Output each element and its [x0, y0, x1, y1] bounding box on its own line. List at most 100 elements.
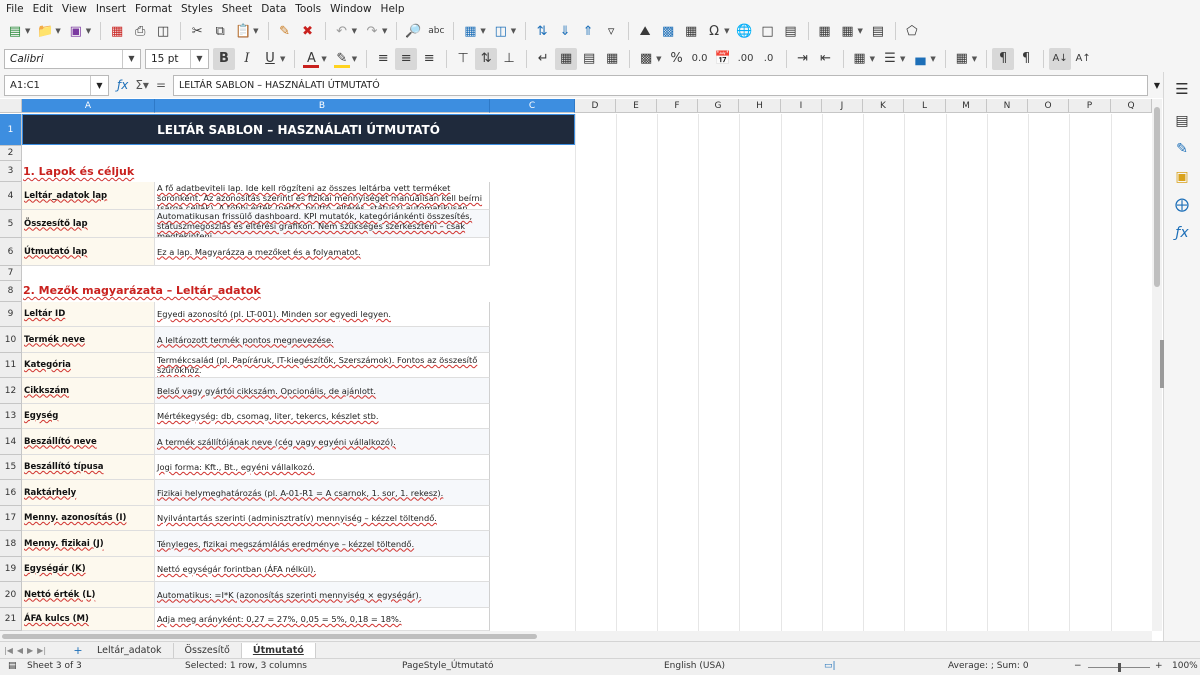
sort-ascending-icon[interactable]: ⇓: [554, 20, 576, 42]
font-size-dropdown-icon[interactable]: ▼: [190, 49, 208, 68]
field-desc-cell[interactable]: Egyedi azonosító (pl. LT-001). Minden so…: [155, 302, 490, 327]
field-name-cell[interactable]: Termék neve: [22, 327, 155, 353]
print-preview-icon[interactable]: ◫: [152, 20, 174, 42]
save-dropdown-icon[interactable]: ▼: [86, 27, 91, 35]
horizontal-scroll-thumb[interactable]: [2, 634, 537, 639]
hyperlink-icon[interactable]: 🌐: [734, 20, 756, 42]
zoom-out-icon[interactable]: −: [1074, 661, 1082, 671]
underline-dropdown-icon[interactable]: ▼: [280, 55, 285, 63]
menu-sheet[interactable]: Sheet: [220, 3, 259, 15]
sort-descending-icon[interactable]: ⇑: [577, 20, 599, 42]
define-print-area-icon[interactable]: ▦: [814, 20, 836, 42]
sheet-name-cell[interactable]: Útmutató lap: [22, 238, 155, 266]
row-header-21[interactable]: 21: [0, 608, 22, 631]
copy-icon[interactable]: ⧉: [209, 20, 231, 42]
row-header-16[interactable]: 16: [0, 480, 22, 506]
autofilter-icon[interactable]: ▿: [600, 20, 622, 42]
field-name-cell[interactable]: Nettó érték (L): [22, 582, 155, 608]
first-sheet-icon[interactable]: |◀: [4, 646, 13, 655]
row-dropdown-icon[interactable]: ▼: [480, 27, 485, 35]
currency-dropdown-icon[interactable]: ▼: [656, 55, 661, 63]
pivot-table-icon[interactable]: ▦: [680, 20, 702, 42]
field-name-cell[interactable]: Menny. fizikai (J): [22, 531, 155, 557]
name-box-dropdown-icon[interactable]: ▼: [90, 75, 108, 95]
row-header-15[interactable]: 15: [0, 455, 22, 480]
row-header-20[interactable]: 20: [0, 582, 22, 608]
align-vcenter-icon[interactable]: ⇅: [475, 47, 498, 70]
horizontal-scrollbar[interactable]: [0, 631, 1152, 641]
field-name-cell[interactable]: Menny. azonosítás (I): [22, 506, 155, 531]
font-size-box[interactable]: 15 pt ▼: [145, 48, 209, 69]
column-header-o[interactable]: O: [1028, 99, 1069, 113]
field-name-cell[interactable]: Egységár (K): [22, 557, 155, 582]
row-header-4[interactable]: 4: [0, 182, 22, 210]
paste-icon[interactable]: 📋: [232, 20, 254, 42]
column-header-i[interactable]: I: [781, 99, 822, 113]
field-desc-cell[interactable]: Automatikus: =I*K (azonosítás szerinti m…: [155, 582, 490, 608]
text-orientation-horizontal-icon[interactable]: A↓: [1049, 47, 1072, 70]
tab-utmutato[interactable]: Útmutató: [241, 642, 316, 658]
menu-insert[interactable]: Insert: [94, 3, 133, 15]
menu-window[interactable]: Window: [328, 3, 378, 15]
column-header-h[interactable]: H: [739, 99, 781, 113]
functions-icon[interactable]: ƒx: [1171, 222, 1193, 244]
add-decimal-icon[interactable]: .00: [735, 48, 757, 70]
border-color-icon[interactable]: ▄: [909, 48, 931, 70]
open-icon[interactable]: 📁: [34, 20, 56, 42]
column-header-j[interactable]: J: [822, 99, 863, 113]
field-desc-cell[interactable]: Adja meg arányként: 0,27 = 27%, 0,05 = 5…: [155, 608, 490, 631]
export-pdf-icon[interactable]: ▦: [106, 20, 128, 42]
decrease-indent-icon[interactable]: ⇤: [815, 48, 837, 70]
special-character-icon[interactable]: Ω: [703, 20, 725, 42]
spelling-icon[interactable]: abc: [425, 20, 447, 42]
name-box[interactable]: A1:C1 ▼: [4, 74, 109, 96]
menu-styles[interactable]: Styles: [179, 3, 220, 15]
sheet-desc-cell[interactable]: Ez a lap. Magyarázza a mezőket és a foly…: [155, 238, 490, 266]
menu-data[interactable]: Data: [259, 3, 293, 15]
increase-indent-icon[interactable]: ⇥: [792, 48, 814, 70]
date-format-icon[interactable]: 📅: [712, 48, 734, 70]
styles-icon[interactable]: ✎: [1171, 138, 1193, 160]
freeze-dropdown-icon[interactable]: ▼: [858, 27, 863, 35]
field-desc-cell[interactable]: A termék szállítójának neve (cég vagy eg…: [155, 429, 490, 455]
column-header-f[interactable]: F: [657, 99, 698, 113]
redo-icon[interactable]: ↷: [361, 20, 383, 42]
function-wizard-icon[interactable]: ƒx: [117, 78, 128, 92]
clone-format-icon[interactable]: ✎: [274, 20, 296, 42]
menu-help[interactable]: Help: [379, 3, 412, 15]
menu-edit[interactable]: Edit: [31, 3, 60, 15]
row-header-7[interactable]: 7: [0, 266, 22, 281]
italic-icon[interactable]: I: [236, 48, 258, 70]
find-replace-icon[interactable]: 🔎: [402, 20, 424, 42]
zoom-level[interactable]: 100%: [1172, 661, 1198, 671]
column-header-n[interactable]: N: [987, 99, 1028, 113]
add-sheet-icon[interactable]: +: [70, 644, 86, 657]
field-desc-cell[interactable]: Fizikai helymeghatározás (pl. A-01-R1 = …: [155, 480, 490, 506]
field-desc-cell[interactable]: Tényleges, fizikai megszámlálás eredmény…: [155, 531, 490, 557]
row-header-12[interactable]: 12: [0, 378, 22, 404]
undo-icon[interactable]: ↶: [331, 20, 353, 42]
formula-input[interactable]: LELTÁR SABLON – HASZNÁLATI ÚTMUTATÓ: [173, 74, 1148, 96]
sum-status[interactable]: Average: ; Sum: 0: [948, 661, 1029, 671]
highlight-color-icon[interactable]: ✎: [331, 48, 353, 70]
prev-sheet-icon[interactable]: ◀: [17, 646, 23, 655]
show-draw-functions-icon[interactable]: ⬠: [901, 20, 923, 42]
row-header-6[interactable]: 6: [0, 238, 22, 266]
font-name-box[interactable]: Calibri ▼: [4, 48, 141, 69]
sheet-desc-cell[interactable]: Automatikusan frissülő dashboard. KPI mu…: [155, 210, 490, 238]
comment-icon[interactable]: □: [757, 20, 779, 42]
field-desc-cell[interactable]: Nyilvántartás szerinti (adminisztratív) …: [155, 506, 490, 531]
zoom-slider-knob[interactable]: [1118, 663, 1121, 672]
new-icon[interactable]: ▤: [4, 20, 26, 42]
clear-format-icon[interactable]: ✖: [297, 20, 319, 42]
open-dropdown-icon[interactable]: ▼: [55, 27, 60, 35]
field-name-cell[interactable]: Beszállító neve: [22, 429, 155, 455]
field-desc-cell[interactable]: Mértékegység: db, csomag, liter, tekercs…: [155, 404, 490, 429]
row-header-14[interactable]: 14: [0, 429, 22, 455]
font-color-dropdown-icon[interactable]: ▼: [321, 55, 326, 63]
unmerge-cells-icon[interactable]: ▦: [601, 48, 623, 70]
border-style-dropdown-icon[interactable]: ▼: [900, 55, 905, 63]
field-name-cell[interactable]: Cikkszám: [22, 378, 155, 404]
print-icon[interactable]: ⎙: [129, 20, 151, 42]
sum-icon[interactable]: Σ▾: [135, 78, 149, 92]
